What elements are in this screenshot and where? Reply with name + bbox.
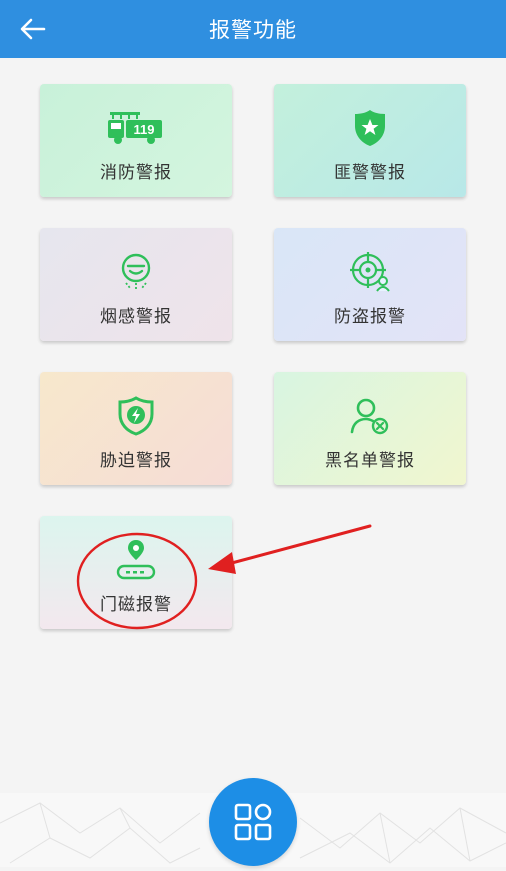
card-label: 烟感警报	[100, 307, 172, 327]
card-door-sensor-alarm[interactable]: 门磁报警	[40, 516, 232, 629]
fire-number-text: 119	[134, 122, 155, 137]
card-label: 胁迫警报	[100, 451, 172, 471]
card-blacklist-alarm[interactable]: 黑名单警报	[274, 372, 466, 485]
card-fire-alarm[interactable]: 119 消防警报	[40, 84, 232, 197]
menu-button[interactable]	[209, 778, 297, 866]
grid-menu-icon	[234, 803, 272, 841]
police-shield-icon	[355, 110, 385, 146]
blacklist-user-icon	[350, 398, 389, 435]
card-label: 匪警警报	[334, 163, 406, 183]
duress-shield-icon	[118, 396, 154, 436]
arrow-left-icon	[20, 18, 46, 40]
card-label: 消防警报	[100, 163, 172, 183]
page-title: 报警功能	[209, 18, 297, 42]
card-police-alarm[interactable]: 匪警警报	[274, 84, 466, 197]
smoke-detector-icon	[121, 253, 151, 289]
annotation-arrow	[226, 524, 372, 566]
card-label: 黑名单警报	[325, 451, 415, 471]
back-button[interactable]	[18, 15, 48, 43]
card-smoke-alarm[interactable]: 烟感警报	[40, 228, 232, 341]
anti-theft-target-icon	[350, 252, 390, 292]
header-bar: 报警功能	[0, 0, 506, 58]
fire-truck-icon: 119	[108, 112, 162, 144]
card-anti-theft-alarm[interactable]: 防盗报警	[274, 228, 466, 341]
card-label: 防盗报警	[334, 307, 406, 327]
card-label: 门磁报警	[100, 595, 172, 615]
card-duress-alarm[interactable]: 胁迫警报	[40, 372, 232, 485]
door-sensor-icon	[116, 540, 156, 580]
